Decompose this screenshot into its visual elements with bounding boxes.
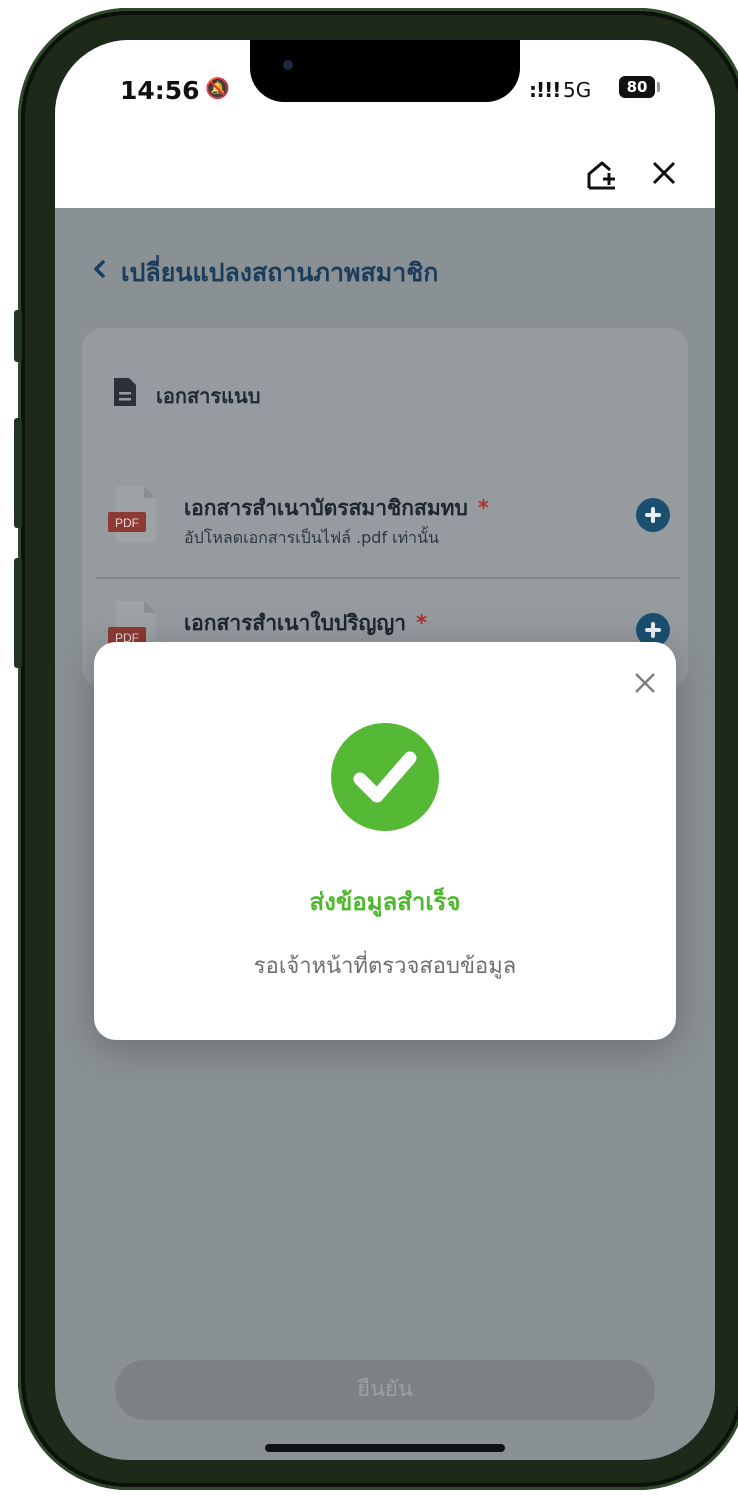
signal-icon: :!!!	[529, 78, 561, 102]
top-bar: 14:56 🔕 :!!! 5G 80	[55, 40, 715, 208]
close-icon[interactable]	[649, 158, 679, 188]
camera	[283, 60, 293, 70]
status-time: 14:56	[120, 76, 200, 105]
side-button	[14, 558, 22, 668]
network-label: 5G	[563, 78, 592, 102]
required-mark: *	[477, 496, 489, 520]
svg-text:PDF: PDF	[115, 516, 139, 530]
home-indicator[interactable]	[265, 1444, 505, 1452]
row-divider	[96, 577, 680, 579]
document-title: เอกสารสำเนาใบปริญญา *	[184, 611, 428, 635]
battery-tip	[657, 82, 660, 92]
attachments-card: เอกสารแนบ PDF เอกสารสำเนาบัตรสมาชิกสมทบ *…	[82, 328, 688, 688]
document-title: เอกสารสำเนาบัตรสมาชิกสมทบ *	[184, 496, 489, 520]
document-icon	[114, 378, 136, 406]
silent-icon: 🔕	[205, 76, 230, 100]
modal-title: ส่งข้อมูลสำเร็จ	[309, 888, 461, 916]
document-row: PDF เอกสารสำเนาบัตรสมาชิกสมทบ * อัปโหลดเอ…	[96, 484, 680, 574]
required-mark: *	[416, 611, 428, 635]
document-hint: อัปโหลดเอกสารเป็นไฟล์ .pdf เท่านั้น	[184, 528, 440, 547]
close-icon[interactable]	[630, 668, 660, 698]
section-label: เอกสารแนบ	[156, 384, 261, 408]
side-button	[14, 310, 22, 362]
notch	[250, 40, 520, 102]
screen: 14:56 🔕 :!!! 5G 80 เปลี่ยนแปลงสถานภาพสมา…	[55, 40, 715, 1460]
side-button	[14, 418, 22, 528]
pdf-file-icon: PDF	[108, 486, 156, 542]
success-modal: ส่งข้อมูลสำเร็จ รอเจ้าหน้าที่ตรวจสอบข้อม…	[94, 642, 676, 1040]
add-document-button[interactable]	[636, 498, 670, 532]
modal-message: รอเจ้าหน้าที่ตรวจสอบข้อมูล	[253, 954, 517, 979]
page-title: เปลี่ยนแปลงสถานภาพสมาชิก	[121, 258, 439, 287]
battery-icon: 80	[619, 76, 655, 98]
check-circle-icon	[331, 723, 439, 831]
add-to-home-icon[interactable]	[585, 158, 619, 192]
confirm-button[interactable]: ยืนยัน	[115, 1360, 655, 1420]
